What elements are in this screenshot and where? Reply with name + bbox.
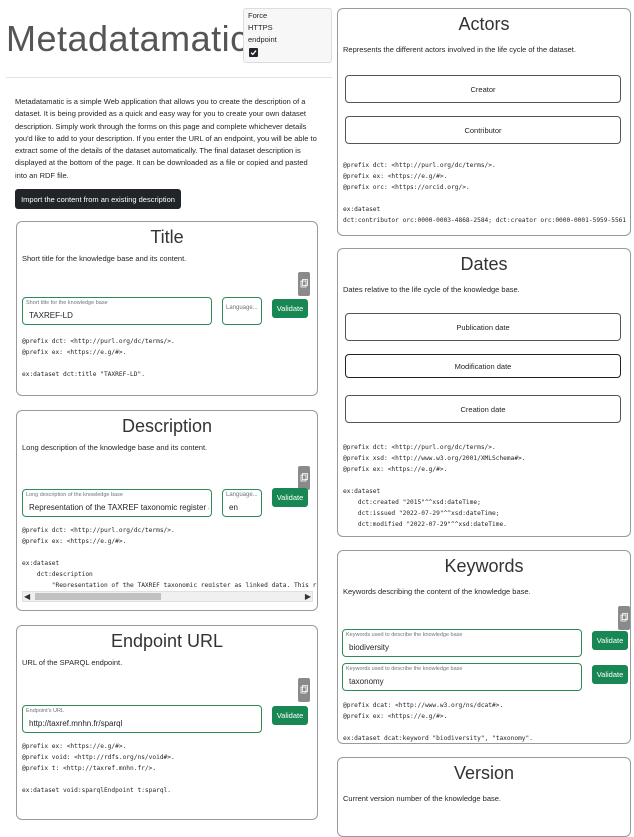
- keywords-card-description: Keywords describing the content of the k…: [343, 587, 531, 596]
- keyword-field-1-label: Keywords used to describe the knowledge …: [346, 632, 463, 638]
- title-language-placeholder: Language...: [226, 305, 258, 311]
- keyword-field-1-value[interactable]: biodiversity: [349, 643, 389, 652]
- keyword-2-validate-button[interactable]: Validate: [592, 665, 628, 684]
- description-field[interactable]: Long description of the knowledge base R…: [22, 489, 212, 517]
- keyword-field-2-label: Keywords used to describe the knowledge …: [346, 666, 463, 672]
- title-field[interactable]: Short title for the knowledge base TAXRE…: [22, 297, 212, 325]
- version-card: Version Current version number of the kn…: [337, 757, 631, 837]
- description-code-output: @prefix dct: <http://purl.org/dc/terms/>…: [22, 527, 317, 587]
- header-divider: [6, 77, 332, 78]
- contributor-button[interactable]: Contributor: [345, 116, 621, 144]
- version-card-description: Current version number of the knowledge …: [343, 794, 502, 803]
- modification-date-button[interactable]: Modification date: [345, 354, 621, 378]
- title-card-description: Short title for the knowledge base and i…: [22, 254, 187, 263]
- copy-icon: [300, 473, 308, 482]
- import-button[interactable]: Import the content from an existing desc…: [15, 189, 181, 209]
- description-card: Description Long description of the know…: [16, 410, 318, 611]
- title-card-heading: Title: [150, 227, 184, 247]
- endpoint-card: Endpoint URL URL of the SPARQL endpoint.…: [16, 625, 318, 820]
- endpoint-validate-button[interactable]: Validate: [272, 706, 308, 725]
- creator-button[interactable]: Creator: [345, 75, 621, 103]
- horizontal-scrollbar[interactable]: ◀ ▶: [22, 591, 313, 602]
- scrollbar-thumb[interactable]: [35, 593, 161, 600]
- endpoint-card-heading: Endpoint URL: [110, 631, 224, 651]
- endpoint-field-label: Endpoint's URL: [26, 708, 65, 714]
- copy-icon: [300, 279, 308, 288]
- force-https-label-2: HTTPS: [248, 23, 273, 32]
- description-language-field[interactable]: Language... en: [222, 489, 262, 517]
- app-title: Metadatamatic: [6, 18, 249, 59]
- description-card-heading: Description: [121, 416, 213, 436]
- description-language-value[interactable]: en: [229, 503, 238, 512]
- intro-text: Metadatamatic is a simple Web applicatio…: [15, 97, 317, 180]
- publication-date-button[interactable]: Publication date: [345, 313, 621, 341]
- scroll-left-arrow-icon[interactable]: ◀: [24, 592, 30, 601]
- keyword-1-validate-button[interactable]: Validate: [592, 631, 628, 650]
- title-validate-button[interactable]: Validate: [272, 299, 308, 318]
- title-field-label: Short title for the knowledge base: [26, 300, 108, 306]
- endpoint-card-description: URL of the SPARQL endpoint.: [22, 658, 123, 667]
- description-field-label: Long description of the knowledge base: [26, 492, 123, 498]
- keywords-card: Keywords Keywords describing the content…: [337, 550, 631, 744]
- copy-icon: [300, 685, 308, 694]
- endpoint-field-value[interactable]: http://taxref.mnhn.fr/sparql: [29, 719, 122, 728]
- title-language-field[interactable]: Language...: [222, 297, 262, 325]
- actors-card-description: Represents the different actors involved…: [343, 45, 576, 54]
- actors-card-heading: Actors: [458, 14, 510, 34]
- dates-card-heading: Dates: [460, 254, 508, 274]
- dates-card-description: Dates relative to the life cycle of the …: [343, 285, 520, 294]
- dates-code-output: @prefix dct: <http://purl.org/dc/terms/>…: [343, 444, 526, 528]
- actors-card: Actors Represents the different actors i…: [337, 8, 631, 236]
- copy-button[interactable]: [298, 272, 310, 296]
- endpoint-field[interactable]: Endpoint's URL http://taxref.mnhn.fr/spa…: [22, 705, 262, 733]
- dates-card: Dates Dates relative to the life cycle o…: [337, 248, 631, 537]
- copy-button[interactable]: [618, 606, 630, 630]
- description-card-description: Long description of the knowledge base a…: [22, 443, 208, 452]
- keyword-field-2-value[interactable]: taxonomy: [349, 677, 384, 686]
- keyword-field-2[interactable]: Keywords used to describe the knowledge …: [342, 663, 582, 691]
- description-language-label: Language...: [226, 492, 258, 498]
- copy-icon: [620, 613, 628, 622]
- scroll-right-arrow-icon[interactable]: ▶: [305, 592, 311, 601]
- force-https-label-1: Force: [248, 11, 268, 20]
- keywords-code-output: @prefix dcat: <http://www.w3.org/ns/dcat…: [343, 702, 533, 742]
- version-card-heading: Version: [453, 763, 515, 783]
- force-https-checkbox[interactable]: [249, 48, 258, 57]
- copy-button[interactable]: [298, 466, 310, 490]
- endpoint-code-output: @prefix ex: <https://e.g/#>. @prefix voi…: [22, 743, 175, 794]
- title-field-value[interactable]: TAXREF-LD: [29, 311, 73, 320]
- force-https-label-3: endpoint: [248, 35, 277, 44]
- keyword-field-1[interactable]: Keywords used to describe the knowledge …: [342, 629, 582, 657]
- force-https-box: Force HTTPS endpoint: [243, 8, 332, 63]
- description-field-value[interactable]: Representation of the TAXREF taxonomic r…: [29, 503, 209, 512]
- copy-button[interactable]: [298, 678, 310, 702]
- title-card: Title Short title for the knowledge base…: [16, 221, 318, 396]
- actors-code-output: @prefix dct: <http://purl.org/dc/terms/>…: [343, 162, 630, 224]
- description-validate-button[interactable]: Validate: [272, 488, 308, 507]
- keywords-card-heading: Keywords: [444, 556, 524, 576]
- creation-date-button[interactable]: Creation date: [345, 395, 621, 423]
- title-code-output: @prefix dct: <http://purl.org/dc/terms/>…: [22, 338, 175, 378]
